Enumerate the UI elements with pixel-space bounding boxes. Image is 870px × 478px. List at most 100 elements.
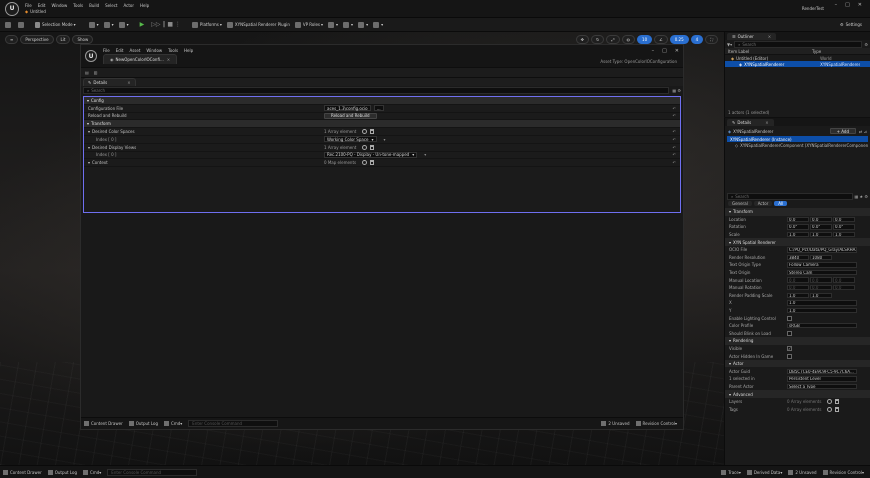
reset-to-default-icon[interactable]: ↶ bbox=[673, 152, 676, 157]
reload-rebuild-button[interactable]: Reload and Rebuild bbox=[324, 112, 377, 120]
add-element-icon[interactable] bbox=[362, 144, 368, 150]
output-log-button[interactable]: Output Log bbox=[47, 469, 77, 475]
checkbox[interactable]: ✓ bbox=[787, 345, 792, 351]
filter-tab-all[interactable]: All bbox=[774, 201, 788, 206]
platforms-button[interactable]: Platforms ▾ bbox=[191, 21, 222, 28]
minimize-button[interactable]: – bbox=[835, 2, 838, 8]
numeric-field[interactable]: 1.0 bbox=[833, 231, 855, 238]
scale-tool-icon[interactable]: ⤢ bbox=[606, 35, 620, 44]
menu-window[interactable]: Window bbox=[51, 3, 67, 8]
menu-tools[interactable]: Tools bbox=[73, 3, 83, 8]
blueprint-button[interactable]: ▾ bbox=[103, 21, 114, 28]
ocio-menu-file[interactable]: File bbox=[103, 48, 110, 53]
numeric-field[interactable]: 0.0 bbox=[810, 216, 832, 223]
outliner-tab[interactable]: ☰ Outliner × bbox=[727, 32, 777, 40]
numeric-field[interactable]: 3840 bbox=[787, 254, 809, 261]
menu-help[interactable]: Help bbox=[140, 3, 149, 8]
numeric-field[interactable]: 1.0 bbox=[810, 231, 832, 238]
content-drawer-button[interactable]: Content Drawer bbox=[3, 469, 42, 475]
ocio-revision-control-button[interactable]: Revision Control ▾ bbox=[635, 421, 677, 426]
camera-speed-value[interactable]: 4 bbox=[690, 35, 704, 44]
text-field[interactable]: Select a Type bbox=[787, 383, 857, 390]
ocio-menu-help[interactable]: Help bbox=[184, 48, 193, 53]
reset-to-default-icon[interactable]: ↶ bbox=[673, 137, 676, 142]
add-element-icon[interactable] bbox=[362, 129, 368, 135]
trash-icon[interactable] bbox=[370, 160, 375, 166]
profile-button[interactable]: ▾ bbox=[358, 21, 368, 28]
blueprint-icon[interactable]: ⇄ ⊿ bbox=[859, 129, 867, 134]
viewport-options-button[interactable]: ≡ bbox=[5, 35, 19, 44]
world-local-icon[interactable]: ◍ bbox=[621, 35, 636, 44]
outliner-settings-icon[interactable]: ⚙ bbox=[864, 42, 868, 47]
ocio-minimize-button[interactable]: – bbox=[652, 48, 655, 54]
numeric-field[interactable]: 1.0 bbox=[810, 292, 832, 299]
numeric-field[interactable]: 0.0 bbox=[787, 284, 809, 291]
perspective-button[interactable]: Perspective bbox=[20, 35, 54, 44]
ocio-menu-window[interactable]: Window bbox=[146, 48, 162, 53]
text-field[interactable]: 1.0 bbox=[787, 300, 857, 306]
tab-close-icon[interactable]: × bbox=[167, 57, 170, 62]
details-tab-close-icon[interactable]: × bbox=[127, 80, 130, 85]
menu-actor[interactable]: Actor bbox=[123, 3, 134, 8]
numeric-field[interactable]: 1.0 bbox=[787, 231, 809, 238]
numeric-field[interactable]: 1080 bbox=[810, 254, 832, 261]
source-control-button[interactable]: ▾ bbox=[328, 21, 338, 28]
show-button[interactable]: Show bbox=[72, 35, 94, 44]
grid-snap-value[interactable]: 10 bbox=[637, 35, 653, 44]
plugin-button[interactable]: XYNSpatial Renderer Plugin bbox=[226, 21, 290, 28]
details-view-options-icon[interactable]: ▦ ★ ⚙ bbox=[855, 194, 869, 199]
lit-button[interactable]: Lit bbox=[55, 35, 71, 44]
reset-to-default-icon[interactable]: ↶ bbox=[673, 160, 676, 165]
checkbox[interactable] bbox=[787, 353, 792, 359]
numeric-field[interactable]: 0.0 bbox=[810, 284, 832, 291]
vp-roles-button[interactable]: VP Roles ▾ bbox=[294, 21, 323, 28]
numeric-field[interactable]: 0.0° bbox=[787, 224, 809, 230]
play-button[interactable]: ▶ bbox=[140, 21, 147, 28]
add-actor-button[interactable]: ▾ bbox=[88, 21, 99, 28]
outliner-tab-close-icon[interactable]: × bbox=[768, 34, 771, 39]
save-button[interactable] bbox=[5, 21, 13, 28]
menu-edit[interactable]: Edit bbox=[38, 3, 46, 8]
ocio-asset-tab[interactable]: ◉ NewOpenColorIOConfi... × bbox=[103, 54, 178, 64]
text-field[interactable]: Stereo Cam bbox=[787, 269, 857, 276]
chevron-down-icon[interactable]: ▾ bbox=[88, 145, 90, 150]
reset-to-default-icon[interactable]: ↶ bbox=[673, 113, 676, 118]
ocio-details-search-input[interactable]: ⌕ Search bbox=[83, 87, 670, 94]
menu-build[interactable]: Build bbox=[89, 3, 99, 8]
trace-button[interactable]: Trace ▾ bbox=[721, 469, 741, 475]
trash-icon[interactable] bbox=[835, 406, 840, 412]
unreal-logo-icon[interactable]: U bbox=[5, 1, 19, 16]
maximize-button[interactable]: □ bbox=[845, 2, 850, 8]
ocio-menu-asset[interactable]: Asset bbox=[129, 48, 140, 53]
scale-snap-value[interactable]: 0.25 bbox=[669, 35, 689, 44]
details-panel-close-icon[interactable]: × bbox=[765, 120, 768, 125]
component-row[interactable]: ◇ XYNSpatialRendererComponent (XYNSpatial… bbox=[727, 142, 868, 148]
settings-button[interactable]: ⚙ Settings bbox=[840, 22, 862, 27]
dropdown-field[interactable]: Rec.2100-PQ - Display - Un-tone-mapped ▾ bbox=[324, 151, 418, 158]
move-tool-icon[interactable]: ✥ bbox=[575, 35, 589, 44]
numeric-field[interactable]: 0.0 bbox=[810, 277, 832, 283]
close-button[interactable]: ✕ bbox=[858, 2, 862, 8]
selection-mode-dropdown[interactable]: Selection Mode ▾ bbox=[35, 21, 76, 28]
ocio-menu-tools[interactable]: Tools bbox=[168, 48, 178, 53]
menu-select[interactable]: Select bbox=[105, 3, 117, 8]
numeric-field[interactable]: 0.0° bbox=[833, 224, 855, 230]
ocio-maximize-button[interactable]: □ bbox=[662, 48, 667, 54]
checkbox[interactable] bbox=[787, 315, 792, 321]
unsaved-button[interactable]: 2 Unsaved bbox=[788, 469, 817, 475]
ocio-output-log-button[interactable]: Output Log bbox=[128, 421, 158, 426]
ocio-close-button[interactable]: ✕ bbox=[675, 48, 679, 54]
text-field[interactable]: sRGB bbox=[787, 322, 857, 329]
rotation-snap-icon[interactable]: ∠ bbox=[654, 35, 668, 44]
menu-file[interactable]: File bbox=[25, 3, 32, 8]
chevron-down-icon[interactable]: ▾ bbox=[729, 361, 731, 366]
cinematics-button[interactable]: ▾ bbox=[118, 21, 129, 28]
filter-tab-general[interactable]: General bbox=[728, 201, 752, 206]
ocio-content-drawer-button[interactable]: Content Drawer bbox=[84, 421, 123, 426]
derived-data-button[interactable]: Derived Data ▾ bbox=[746, 469, 782, 475]
cmd-button[interactable]: Cmd ▾ bbox=[83, 469, 101, 475]
chevron-down-icon[interactable]: ▾ bbox=[729, 338, 731, 343]
file-path-field[interactable]: aces_1.3\config.ocio bbox=[324, 105, 371, 112]
trash-icon[interactable] bbox=[370, 144, 375, 150]
ocio-menu-edit[interactable]: Edit bbox=[116, 48, 124, 53]
